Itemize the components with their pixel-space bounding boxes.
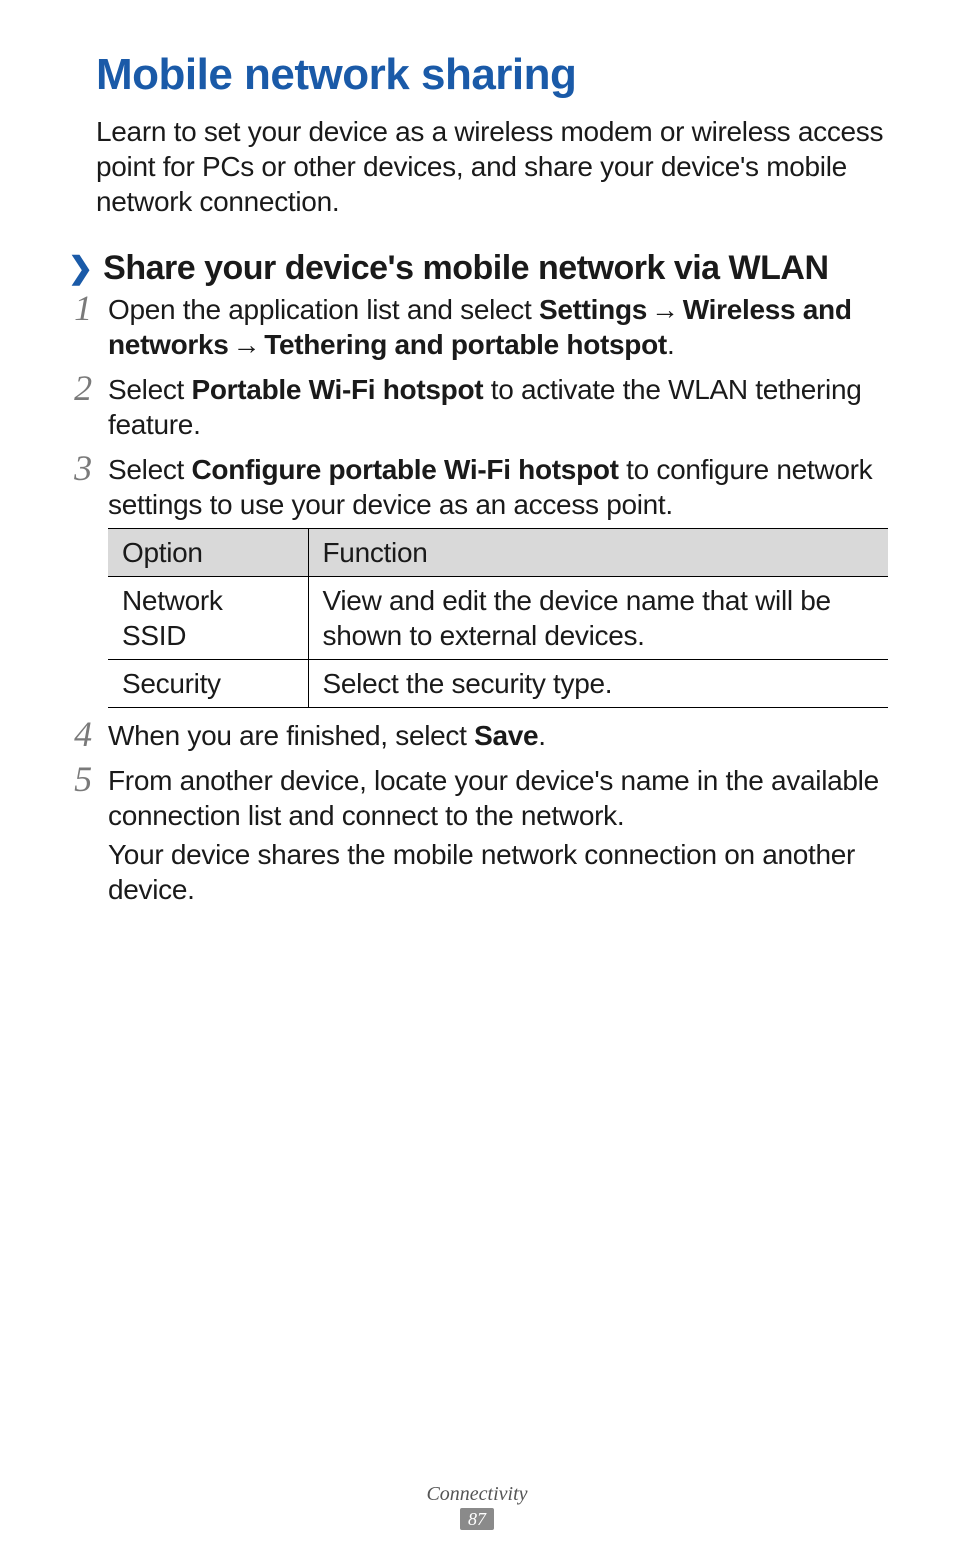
ui-label-settings: Settings — [539, 294, 647, 325]
instruction-list: Open the application list and select Set… — [68, 292, 886, 907]
ui-label-configure-hotspot: Configure portable Wi-Fi hotspot — [192, 454, 619, 485]
step-text: . — [667, 329, 674, 360]
step-text: Your device shares the mobile network co… — [108, 837, 886, 907]
table-cell-option: Network SSID — [108, 577, 308, 660]
step-1: Open the application list and select Set… — [68, 292, 886, 362]
table-cell-option: Security — [108, 660, 308, 708]
page-number-badge: 87 — [460, 1508, 494, 1530]
ui-label-save: Save — [474, 720, 538, 751]
step-text: From another device, locate your device'… — [108, 763, 886, 833]
table-row: Network SSID View and edit the device na… — [108, 577, 888, 660]
ui-label-tethering-hotspot: Tethering and portable hotspot — [264, 329, 667, 360]
step-4: When you are finished, select Save. — [68, 718, 886, 753]
step-text: Open the application list and select — [108, 294, 539, 325]
page-title: Mobile network sharing — [96, 50, 886, 100]
arrow-right-icon: → — [229, 329, 265, 360]
step-text: When you are finished, select — [108, 720, 474, 751]
options-table: Option Function Network SSID View and ed… — [108, 528, 888, 708]
intro-paragraph: Learn to set your device as a wireless m… — [96, 114, 886, 219]
step-text: Select — [108, 374, 192, 405]
step-text: Select — [108, 454, 192, 485]
step-text: . — [538, 720, 545, 751]
table-row: Security Select the security type. — [108, 660, 888, 708]
table-cell-function: Select the security type. — [308, 660, 888, 708]
subsection-heading: Share your device's mobile network via W… — [103, 249, 828, 288]
step-3: Select Configure portable Wi-Fi hotspot … — [68, 452, 886, 708]
step-2: Select Portable Wi-Fi hotspot to activat… — [68, 372, 886, 442]
ui-label-portable-wifi-hotspot: Portable Wi-Fi hotspot — [192, 374, 484, 405]
table-header-option: Option — [108, 529, 308, 577]
table-header-function: Function — [308, 529, 888, 577]
footer-section-label: Connectivity — [0, 1483, 954, 1506]
table-header-row: Option Function — [108, 529, 888, 577]
table-cell-function: View and edit the device name that will … — [308, 577, 888, 660]
chevron-right-icon: ❯ — [68, 251, 93, 286]
subsection-heading-row: ❯ Share your device's mobile network via… — [68, 249, 886, 288]
arrow-right-icon: → — [647, 294, 683, 325]
page-footer: Connectivity 87 — [0, 1483, 954, 1530]
step-5: From another device, locate your device'… — [68, 763, 886, 907]
